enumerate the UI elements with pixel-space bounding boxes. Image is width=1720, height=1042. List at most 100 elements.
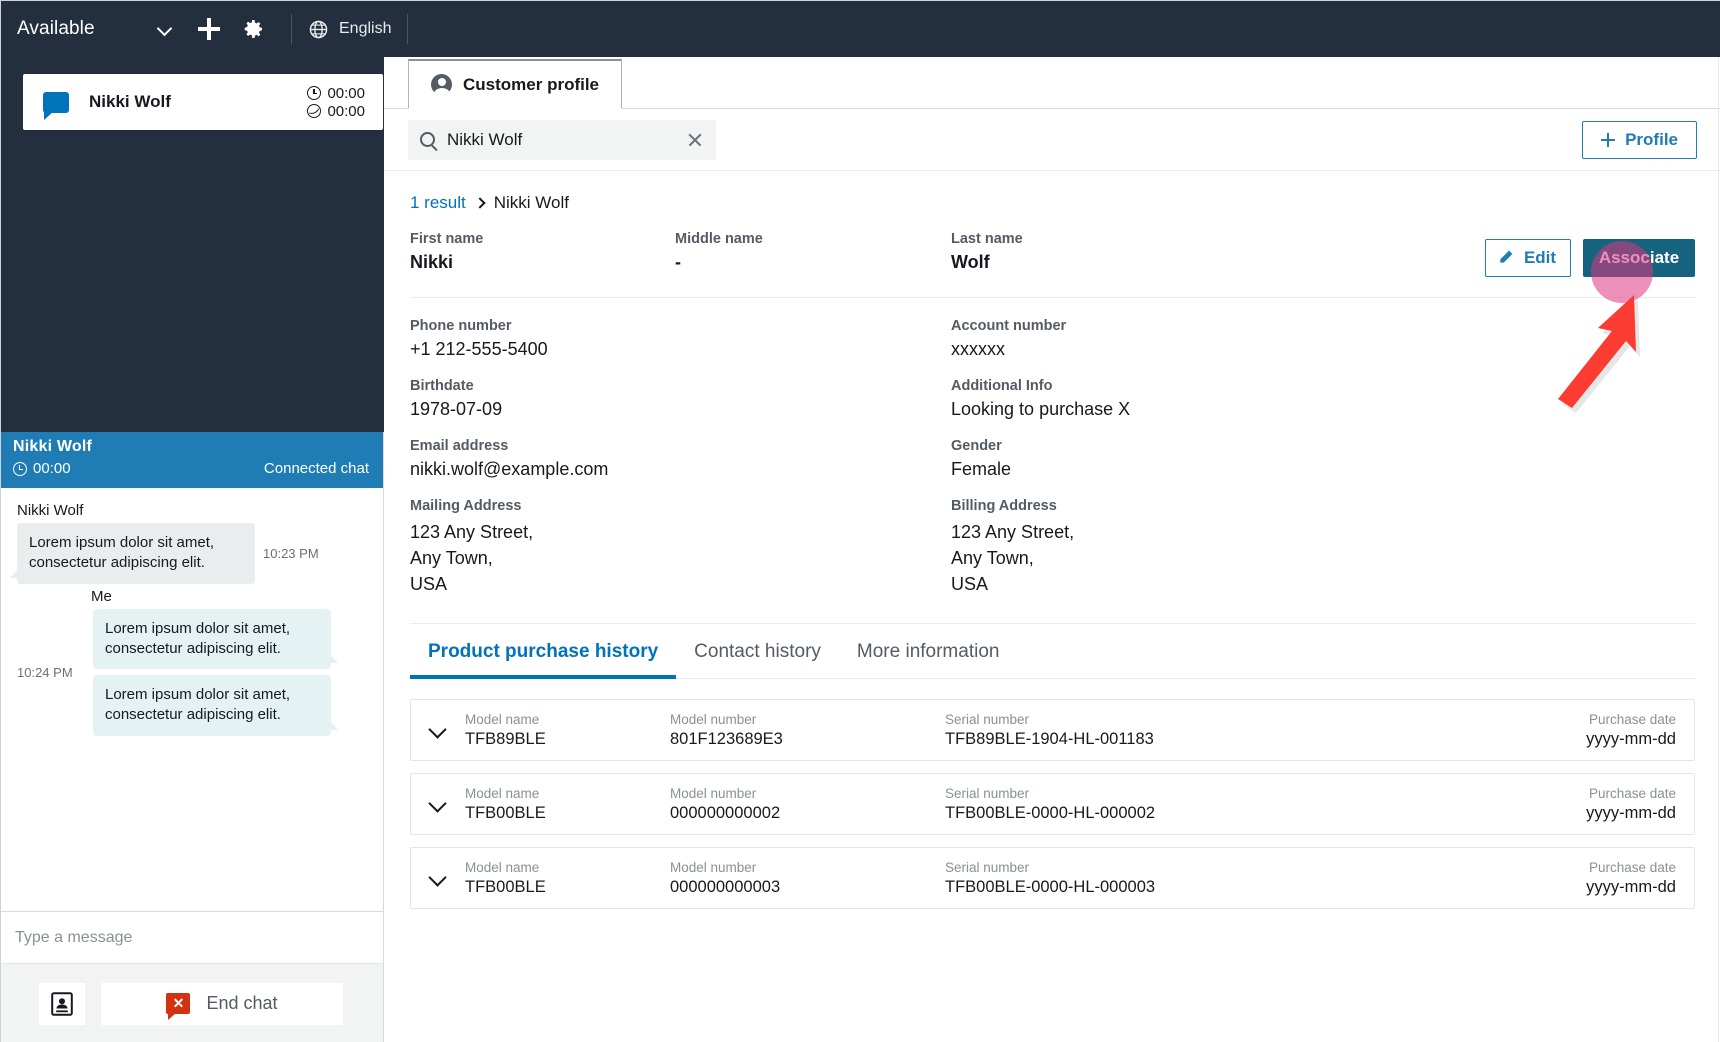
tab-label: Customer profile [463,74,600,94]
cell-serial-number: Serial number TFB00BLE-0000-HL-000002 [945,786,1345,823]
plus-icon [198,18,220,40]
field-birthdate: Birthdate 1978-07-09 [410,378,951,420]
field-value: 1978-07-09 [410,399,503,419]
table-row[interactable]: Model name TFB00BLE Model number 0000000… [410,773,1695,836]
moon-icon [307,104,322,118]
table-row[interactable]: Model name TFB89BLE Model number 801F123… [410,699,1695,762]
cell-value: TFB89BLE-1904-HL-001183 [945,729,1154,748]
application-window: Available English Nikki Wolf 00:00 00:00… [0,0,1720,1042]
close-icon[interactable] [686,131,704,149]
field-additional-info: Additional Info Looking to purchase X [951,378,1492,420]
field-label: Phone number [410,318,512,334]
column-header: Purchase date [1588,785,1676,801]
table-row[interactable]: Model name TFB00BLE Model number 0000000… [410,847,1695,910]
tab-customer-profile[interactable]: Customer profile [408,59,623,109]
cell-purchase-date: Purchase date yyyy-mm-dd [1586,860,1676,897]
cell-value: TFB00BLE [465,803,546,822]
column-header: Model number [670,711,757,727]
chat-footer: ✕ End chat [1,963,383,1042]
field-label: Email address [410,438,509,454]
message-timestamp: 10:24 PM [17,664,73,680]
end-chat-icon: ✕ [166,993,191,1020]
add-profile-button[interactable]: Profile [1582,120,1697,159]
cell-value: TFB89BLE [465,729,546,748]
column-header: Model name [465,711,540,727]
field-value: Nikki [410,252,454,272]
add-profile-label: Profile [1625,129,1678,149]
chat-transcript[interactable]: Nikki Wolf Lorem ipsum dolor sit amet, c… [1,488,383,911]
associate-button[interactable]: Associate [1583,239,1695,277]
tab-product-purchase-history[interactable]: Product purchase history [410,627,677,680]
cell-value: 000000000002 [670,803,781,822]
toolbar-divider [291,14,292,44]
field-value: nikki.wolf@example.com [410,459,609,479]
end-chat-button[interactable]: ✕ End chat [101,982,343,1025]
chevron-down-icon[interactable] [427,794,447,814]
message-author: Me [91,587,112,605]
gear-icon [244,20,262,38]
field-last-name: Last name Wolf [951,231,1151,273]
top-bar: Available English [1,1,1720,57]
message-bubble: Lorem ipsum dolor sit amet, consectetur … [93,608,338,669]
customer-profile-panel: Customer profile Nikki Wolf Profile 1 re… [384,57,1720,1042]
vertical-scrollbar[interactable] [1718,57,1719,1042]
message-bubble: Lorem ipsum dolor sit amet, consectetur … [93,675,338,736]
search-value: Nikki Wolf [447,129,523,149]
profile-actions: Edit Associate [1485,231,1695,277]
field-value: 123 Any Street, Any Town, USA [951,522,1075,595]
field-middle-name: Middle name - [675,231,951,273]
chevron-down-icon[interactable] [427,720,447,740]
details-left-column: Phone number +1 212-555-5400 Birthdate 1… [410,318,951,597]
message-bubble: Lorem ipsum dolor sit amet, consectetur … [10,523,255,584]
field-mailing-address: Mailing Address 123 Any Street, Any Town… [410,498,951,597]
column-header: Purchase date [1588,711,1676,727]
column-header: Serial number [945,859,1030,875]
field-phone-number: Phone number +1 212-555-5400 [410,318,951,360]
field-first-name: First name Nikki [410,231,675,273]
field-label: First name [410,231,484,247]
edit-button[interactable]: Edit [1485,239,1571,277]
plus-icon [1601,132,1616,147]
tab-more-information[interactable]: More information [839,627,1018,679]
field-label: Additional Info [951,378,1053,394]
field-value: Looking to purchase X [951,399,1131,419]
cell-value: TFB00BLE [465,877,546,896]
contact-card-button[interactable] [39,982,85,1025]
field-label: Gender [951,438,1002,454]
tab-contact-history[interactable]: Contact history [676,627,839,679]
message-timestamp: 10:23 PM [263,545,319,561]
globe-icon [309,20,328,38]
chevron-down-icon [159,22,173,36]
clock-icon [307,86,322,100]
connected-timer: 00:00 [307,85,365,102]
breadcrumb-results-link[interactable]: 1 result [410,193,466,213]
profile-subtabs: Product purchase history Contact history… [410,623,1695,680]
contact-timers: 00:00 00:00 [307,85,365,120]
chat-duration: 00:00 [33,460,71,477]
chevron-down-icon[interactable] [427,868,447,888]
message-compose-area[interactable] [1,911,383,963]
column-header: Purchase date [1588,859,1676,875]
clock-icon [13,461,27,476]
settings-button[interactable] [231,7,275,51]
search-input[interactable]: Nikki Wolf [408,119,716,160]
cell-model-number: Model number 801F123689E3 [670,712,945,749]
field-value: 123 Any Street, Any Town, USA [410,522,534,595]
associate-label: Associate [1598,248,1680,267]
field-label: Mailing Address [410,498,522,514]
hold-timer-value: 00:00 [327,102,365,120]
person-icon [431,74,452,95]
search-icon [420,132,435,147]
cell-model-number: Model number 000000000003 [670,860,945,897]
agent-status-selector[interactable]: Available [17,18,187,40]
cell-model-number: Model number 000000000002 [670,786,945,823]
language-selector[interactable]: English [308,19,391,40]
message-input[interactable] [15,928,369,947]
cell-purchase-date: Purchase date yyyy-mm-dd [1586,786,1676,823]
field-value: - [675,252,681,272]
column-header: Serial number [945,711,1030,727]
contact-list-item[interactable]: Nikki Wolf 00:00 00:00 [23,74,383,130]
message-author: Nikki Wolf [17,502,84,519]
add-contact-button[interactable] [187,7,231,51]
message-group-agent: Me 10:24 PM Lorem ipsum dolor sit amet, … [13,588,371,736]
